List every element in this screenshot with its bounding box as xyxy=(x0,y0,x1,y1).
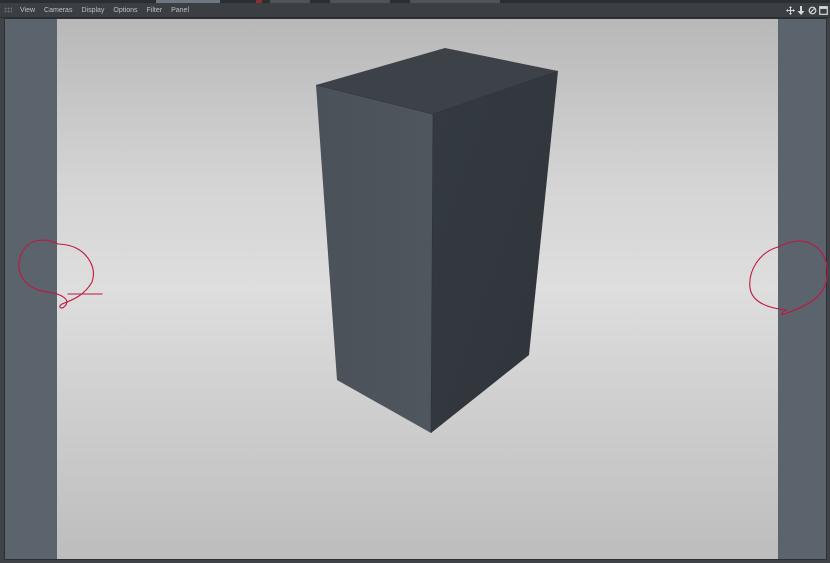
scene-render xyxy=(315,48,559,434)
menu-panel[interactable]: Panel xyxy=(171,3,195,18)
view-navigation-icons xyxy=(785,4,828,17)
drag-grip-icon[interactable] xyxy=(4,7,12,13)
menu-display[interactable]: Display xyxy=(81,3,110,18)
box-mesh[interactable] xyxy=(315,48,559,434)
move-view-icon[interactable] xyxy=(785,5,795,16)
menu-options[interactable]: Options xyxy=(113,3,143,18)
menu-filter[interactable]: Filter xyxy=(147,3,169,18)
menu-view[interactable]: View xyxy=(20,3,41,18)
viewport-menubar: View Cameras Display Options Filter Pane… xyxy=(0,3,830,18)
rotate-view-icon[interactable] xyxy=(807,5,817,16)
menu-cameras[interactable]: Cameras xyxy=(44,3,78,18)
viewport-menu: View Cameras Display Options Filter Pane… xyxy=(20,3,198,18)
viewport-window: View Cameras Display Options Filter Pane… xyxy=(0,0,830,563)
dolly-view-icon[interactable] xyxy=(796,5,806,16)
perspective-viewport[interactable] xyxy=(4,18,827,560)
maximize-view-icon[interactable] xyxy=(818,5,828,16)
box-right-face xyxy=(431,71,558,433)
box-left-face xyxy=(316,85,433,433)
